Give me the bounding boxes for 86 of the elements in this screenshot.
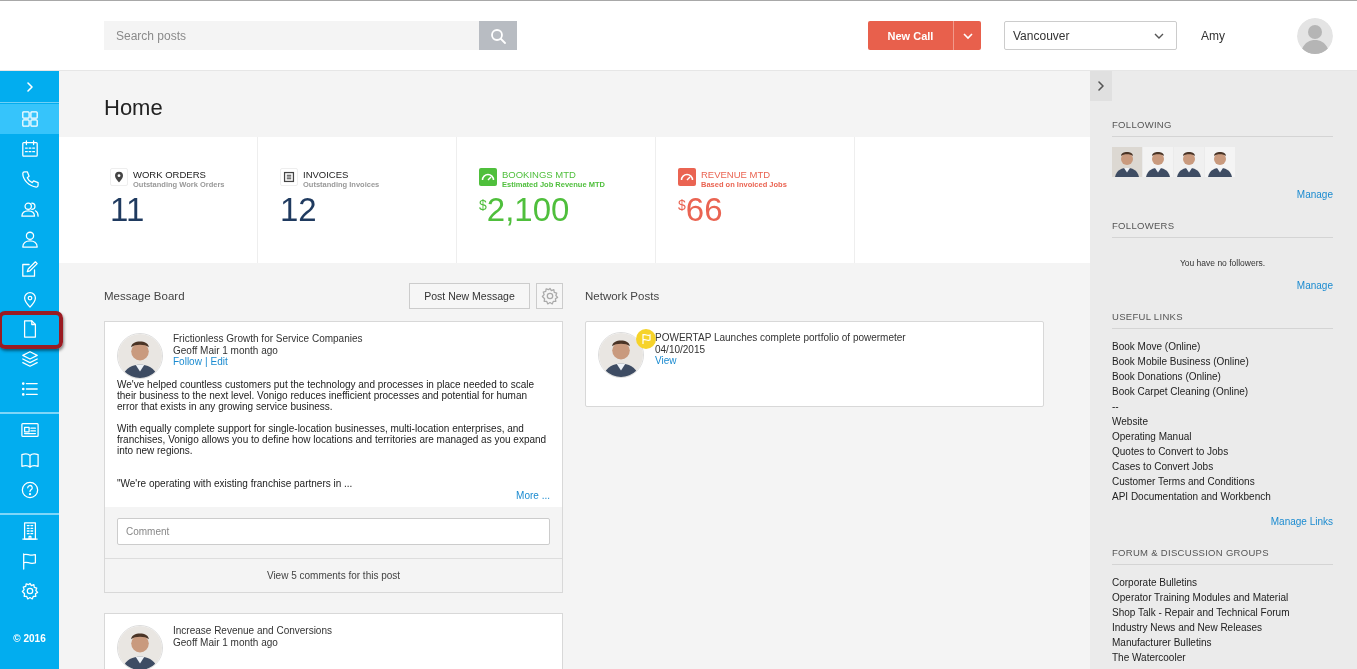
section-title: Network Posts bbox=[585, 290, 660, 302]
dropdown-button[interactable] bbox=[953, 21, 981, 50]
post-byline: Geoff Mair 1 month ago bbox=[173, 344, 279, 356]
stat-title: REVENUE MTD bbox=[701, 169, 772, 180]
separator: | bbox=[204, 356, 208, 368]
location-select[interactable]: Vancouver bbox=[1004, 21, 1177, 50]
grid-icon bbox=[20, 110, 39, 128]
section-title: FOLLOWING bbox=[1112, 119, 1333, 137]
post-excerpt: "We're operating with existing franchise partners in ... bbox=[117, 478, 354, 489]
more-link[interactable]: More ... bbox=[516, 490, 550, 501]
stat-value: 2,100 bbox=[486, 191, 570, 229]
post-title[interactable]: Increase Revenue and Conversions bbox=[173, 625, 332, 637]
post-message-button[interactable]: Post New Message bbox=[409, 283, 530, 309]
post-title[interactable]: POWERTAP Launches complete portfolio of powermeter bbox=[655, 332, 906, 344]
collapse-button[interactable] bbox=[1090, 71, 1112, 101]
section-title: FOLLOWERS bbox=[1112, 220, 1333, 238]
users-icon bbox=[20, 200, 39, 218]
forum-link[interactable]: Corporate Bulletins bbox=[1112, 575, 1333, 590]
caret-icon bbox=[962, 31, 973, 40]
stat-value: 11 bbox=[110, 191, 145, 229]
useful-link[interactable]: -- bbox=[1112, 399, 1333, 414]
avatar bbox=[598, 332, 644, 378]
useful-link[interactable]: Cases to Convert Jobs bbox=[1112, 459, 1333, 474]
avatar[interactable] bbox=[1297, 17, 1333, 54]
stat-value: 66 bbox=[685, 191, 723, 229]
location-pin-icon bbox=[110, 168, 128, 186]
view-comments-button[interactable]: View 5 comments for this post bbox=[105, 558, 562, 592]
useful-link[interactable]: Book Mobile Business (Online) bbox=[1112, 354, 1333, 369]
section-title: USEFUL LINKS bbox=[1112, 311, 1333, 329]
user-name[interactable]: Amy bbox=[1201, 28, 1297, 43]
list-icon bbox=[20, 380, 39, 398]
settings-button[interactable] bbox=[536, 283, 563, 309]
view-link[interactable]: View bbox=[655, 355, 677, 366]
post-date: 04/10/2015 bbox=[655, 343, 707, 355]
post-byline: Geoff Mair 1 month ago bbox=[173, 636, 279, 648]
empty-message: You have no followers. bbox=[1178, 257, 1267, 268]
chevron-icon bbox=[1096, 80, 1106, 92]
currency-sign: $ bbox=[479, 197, 487, 213]
section-title: Message Board bbox=[104, 290, 185, 302]
forum-link[interactable]: Shop Talk - Repair and Technical Forum bbox=[1112, 605, 1333, 620]
help-icon bbox=[20, 481, 39, 499]
forum-link[interactable]: Operator Training Modules and Material bbox=[1112, 590, 1333, 605]
copyright-text: © 2016 bbox=[12, 633, 47, 646]
stat-title: WORK ORDERS bbox=[133, 169, 207, 180]
useful-link[interactable]: Quotes to Convert to Jobs bbox=[1112, 444, 1333, 459]
id-card-icon bbox=[20, 421, 39, 439]
forum-link[interactable]: Manufacturer Bulletins bbox=[1112, 635, 1333, 650]
avatar bbox=[117, 333, 163, 379]
stat-title: BOOKINGS MTD bbox=[502, 169, 577, 180]
book-icon bbox=[20, 451, 39, 469]
comment-field[interactable]: Comment bbox=[117, 518, 550, 545]
section-title: FORUM & DISCUSSION GROUPS bbox=[1112, 547, 1333, 565]
useful-link[interactable]: Book Carpet Cleaning (Online) bbox=[1112, 384, 1333, 399]
post-paragraph: We've helped countless customers put the technology and processes in place needed to scale their business to the next level. Vonigo reduces inefficient processes and potential for human error that exists in any growing service business. bbox=[117, 379, 535, 412]
search-icon bbox=[490, 27, 506, 44]
useful-link[interactable]: Operating Manual bbox=[1112, 429, 1333, 444]
useful-link[interactable]: API Documentation and Workbench bbox=[1112, 489, 1333, 504]
invoice-icon bbox=[280, 168, 298, 186]
layers-icon bbox=[20, 350, 39, 368]
building-icon bbox=[20, 522, 39, 540]
post-title[interactable]: Frictionless Growth for Service Companies bbox=[173, 333, 363, 345]
search-field[interactable]: Search posts bbox=[104, 21, 479, 50]
useful-link[interactable]: Book Move (Online) bbox=[1112, 339, 1333, 354]
stat-title: INVOICES bbox=[303, 169, 350, 180]
post-paragraph: With equally complete support for single-location businesses, multi-location enterprises, and franchises, Vonigo allows you to define how locations and territories are managed as you expand into new regions. bbox=[117, 423, 548, 456]
settings-icon bbox=[20, 582, 39, 600]
search-button[interactable] bbox=[479, 21, 517, 50]
calendar-icon bbox=[20, 140, 39, 158]
phone-icon bbox=[20, 170, 39, 188]
currency-sign: $ bbox=[678, 197, 686, 213]
avatar bbox=[117, 625, 163, 669]
flag-icon bbox=[20, 552, 39, 570]
page-title: Home bbox=[103, 94, 164, 122]
forum-link[interactable]: Industry News and New Releases bbox=[1112, 620, 1333, 635]
useful-link[interactable]: Book Donations (Online) bbox=[1112, 369, 1333, 384]
edit-icon bbox=[20, 260, 39, 278]
caret-icon bbox=[1154, 31, 1164, 40]
useful-link[interactable]: Website bbox=[1112, 414, 1333, 429]
stat-value: 12 bbox=[280, 191, 317, 229]
post-action-link[interactable]: Follow bbox=[173, 356, 202, 368]
settings-icon bbox=[540, 287, 559, 305]
post-action-link[interactable]: Edit bbox=[210, 356, 228, 368]
forum-link[interactable]: The Watercooler bbox=[1112, 650, 1333, 665]
user-icon bbox=[20, 230, 39, 248]
chevron-icon bbox=[24, 80, 35, 93]
useful-link[interactable]: Customer Terms and Conditions bbox=[1112, 474, 1333, 489]
